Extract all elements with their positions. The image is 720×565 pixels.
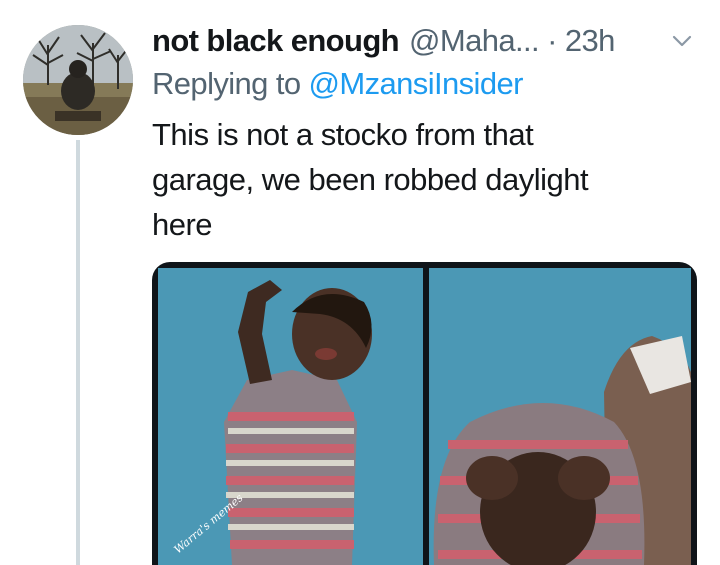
- tweet-header: not black enough @Maha... · 23h: [152, 20, 615, 62]
- thread-line: [76, 140, 80, 565]
- chevron-down-icon[interactable]: [670, 30, 694, 52]
- tweet-text-line: garage, we been robbed daylight: [152, 162, 589, 197]
- reply-context: Replying to @MzansiInsider: [152, 66, 523, 102]
- tweet-text: This is not a stocko from that garage, w…: [152, 112, 692, 247]
- reply-prefix: Replying to: [152, 66, 301, 101]
- reply-mention-link[interactable]: @MzansiInsider: [309, 66, 524, 101]
- media-photo-right: [429, 268, 691, 565]
- separator-dot: ·: [547, 23, 557, 58]
- media-photo-left: [158, 268, 423, 565]
- avatar[interactable]: [23, 25, 133, 135]
- timestamp[interactable]: 23h: [565, 23, 616, 59]
- display-name[interactable]: not black enough: [152, 23, 400, 59]
- tweet-media[interactable]: Warra's memes: [152, 262, 697, 565]
- tweet-text-line: here: [152, 207, 213, 242]
- user-handle[interactable]: @Maha...: [409, 23, 540, 59]
- tweet-text-line: This is not a stocko from that: [152, 117, 534, 152]
